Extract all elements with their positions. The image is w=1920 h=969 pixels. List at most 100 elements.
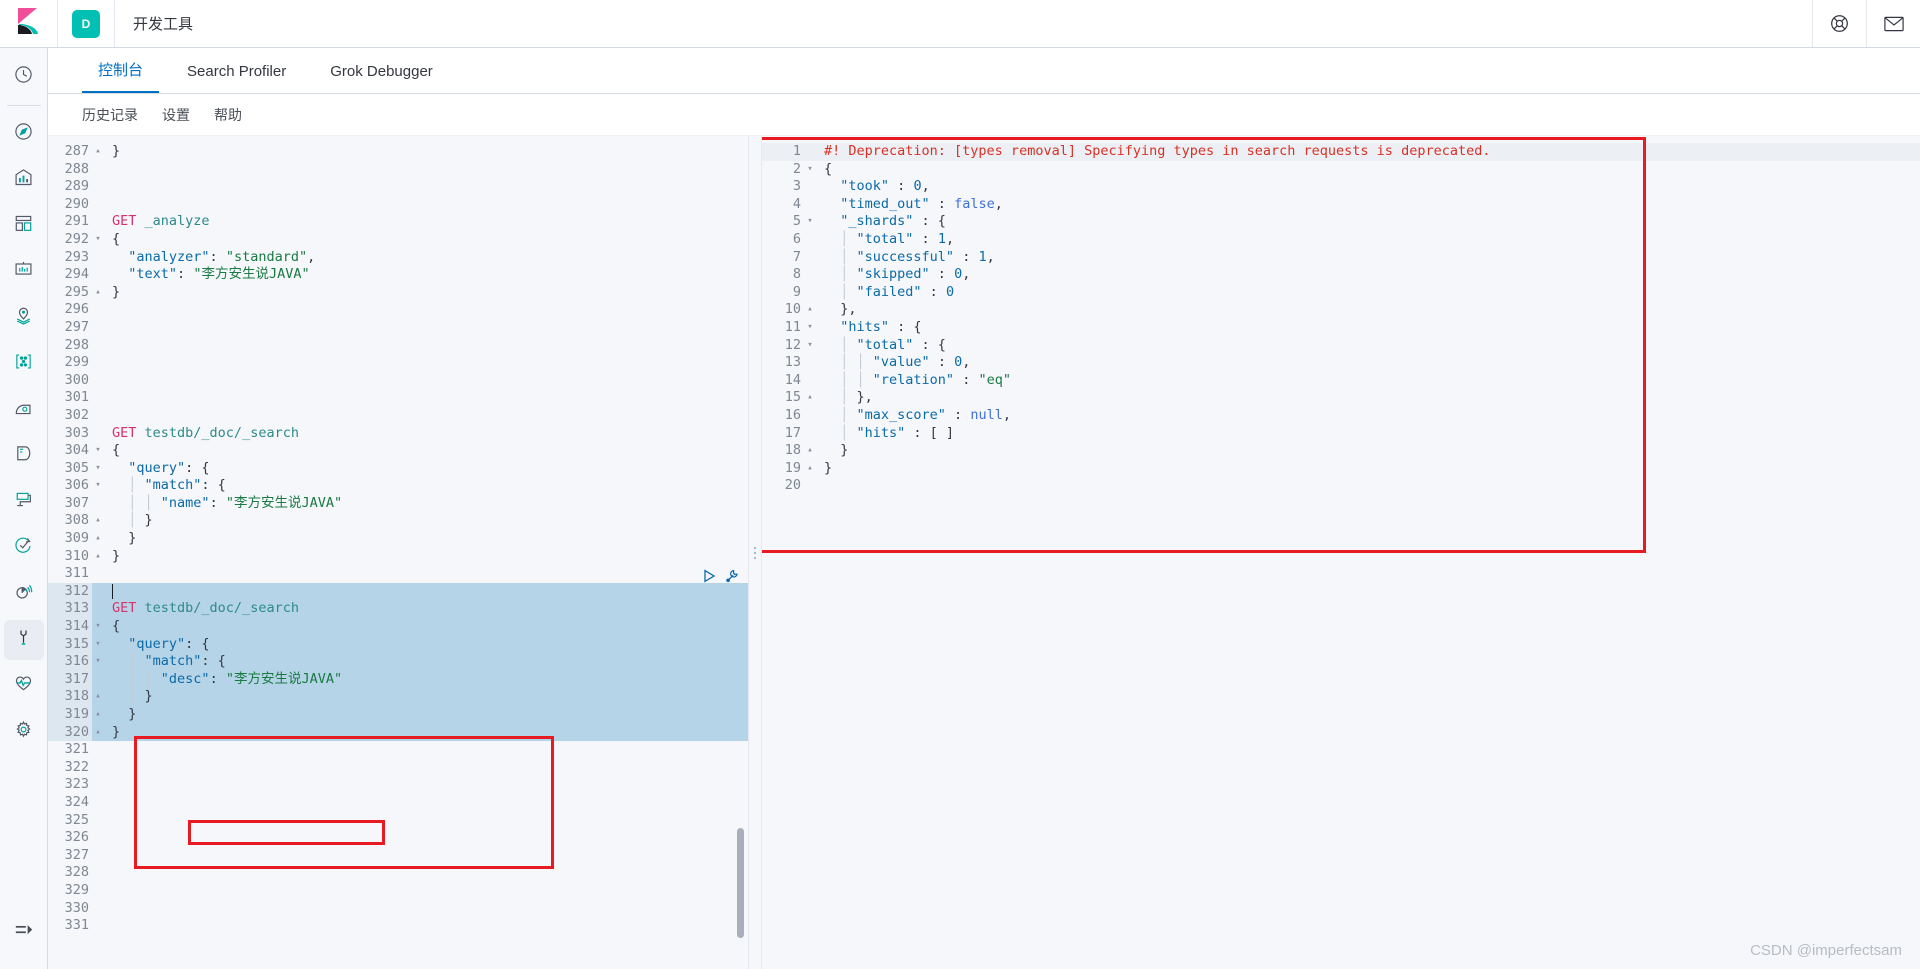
code-line[interactable]: 305 ▾ "query": { <box>48 460 748 478</box>
fold-toggle-icon[interactable]: ▾ <box>804 337 816 355</box>
code-line[interactable]: 331 <box>48 917 748 935</box>
code-line[interactable]: 330 <box>48 900 748 918</box>
code-line[interactable]: 326 <box>48 829 748 847</box>
fold-toggle-icon[interactable]: ▾ <box>92 477 104 495</box>
code-line[interactable]: 19 ▴} <box>762 460 1920 478</box>
code-line[interactable]: 11 ▾ "hits" : { <box>762 319 1920 337</box>
code-line[interactable]: 318 ▴ │ } <box>48 688 748 706</box>
fold-toggle-icon[interactable]: ▴ <box>92 143 104 161</box>
fold-toggle-icon[interactable]: ▴ <box>804 442 816 460</box>
request-editor-pane[interactable]: 287 ▴} 288 289 290 291 GET _analyze 292 ▾{293 "a… <box>48 136 748 969</box>
subnav-item-history[interactable]: 历史记录 <box>82 105 138 125</box>
code-line[interactable]: 293 "analyzer": "standard", <box>48 249 748 267</box>
fold-toggle-icon[interactable]: ▾ <box>804 213 816 231</box>
subnav-item-settings[interactable]: 设置 <box>162 105 190 125</box>
code-line[interactable]: 320 ▴} <box>48 723 748 742</box>
fold-toggle-icon[interactable]: ▾ <box>92 231 104 249</box>
code-line[interactable]: 294 "text": "李方安生说JAVA" <box>48 266 748 284</box>
response-editor-pane[interactable]: 1 #! Deprecation: [types removal] Specify… <box>762 136 1920 969</box>
code-line[interactable]: 301 <box>48 389 748 407</box>
sidebar-item-siem[interactable] <box>4 574 44 614</box>
tab-grok-debugger[interactable]: Grok Debugger <box>314 63 449 93</box>
code-line[interactable]: 316 ▾ │ "match": { <box>48 653 748 671</box>
fold-toggle-icon[interactable]: ▴ <box>92 548 104 566</box>
code-line[interactable]: 296 <box>48 301 748 319</box>
code-line[interactable]: 8 │ "skipped" : 0, <box>762 266 1920 284</box>
code-line[interactable]: 311 <box>48 565 748 583</box>
code-line[interactable]: 13 │ │ "value" : 0, <box>762 354 1920 372</box>
sidebar-item-discover[interactable] <box>4 114 44 154</box>
code-line[interactable]: 10 ▴ }, <box>762 301 1920 319</box>
code-line[interactable]: 295 ▴} <box>48 284 748 302</box>
fold-toggle-icon[interactable]: ▴ <box>92 706 104 724</box>
fold-toggle-icon[interactable]: ▾ <box>804 319 816 337</box>
sidebar-item-monitoring[interactable] <box>4 666 44 706</box>
code-line[interactable]: 304 ▾ { <box>48 442 748 460</box>
code-line[interactable]: 292 ▾ { <box>48 231 748 249</box>
fold-toggle-icon[interactable]: ▾ <box>92 442 104 460</box>
code-line[interactable]: 315 ▾ "query": { <box>48 635 748 654</box>
fold-toggle-icon[interactable]: ▾ <box>92 618 104 636</box>
code-line[interactable]: 298 <box>48 337 748 355</box>
help-button[interactable] <box>1812 0 1866 47</box>
code-line[interactable]: 1 #! Deprecation: [types removal] Specify… <box>762 143 1920 161</box>
code-line[interactable]: 309 ▴ } <box>48 530 748 548</box>
code-line[interactable]: 297 <box>48 319 748 337</box>
fold-toggle-icon[interactable]: ▾ <box>92 636 104 654</box>
code-line[interactable]: 20 <box>762 477 1920 495</box>
send-request-button[interactable] <box>703 569 716 583</box>
fold-toggle-icon[interactable]: ▴ <box>804 301 816 319</box>
notifications-mail-button[interactable] <box>1866 0 1920 47</box>
sidebar-item-recently-viewed[interactable] <box>4 57 44 97</box>
sidebar-item-uptime[interactable] <box>4 528 44 568</box>
code-line[interactable]: 327 <box>48 847 748 865</box>
fold-toggle-icon[interactable]: ▴ <box>92 530 104 548</box>
code-line[interactable]: 16 │ "max_score" : null, <box>762 407 1920 425</box>
fold-toggle-icon[interactable]: ▴ <box>92 724 104 742</box>
code-line[interactable]: 290 <box>48 196 748 214</box>
sidebar-item-canvas[interactable] <box>4 252 44 292</box>
code-line[interactable]: 291 GET _analyze <box>48 213 748 231</box>
sidebar-item-maps[interactable] <box>4 298 44 338</box>
code-line[interactable]: 322 <box>48 759 748 777</box>
sidebar-item-machine-learning[interactable] <box>4 344 44 384</box>
code-line[interactable]: 3 "took" : 0, <box>762 178 1920 196</box>
code-line[interactable]: 328 <box>48 864 748 882</box>
code-line[interactable]: 317 │ │ "desc": "李方安生说JAVA" <box>48 670 748 689</box>
code-line[interactable]: 307 │ │ "name": "李方安生说JAVA" <box>48 495 748 513</box>
code-line[interactable]: 288 <box>48 161 748 179</box>
code-line[interactable]: 2 ▾ { <box>762 161 1920 179</box>
sidebar-item-infrastructure[interactable] <box>4 390 44 430</box>
code-line[interactable]: 325 <box>48 812 748 830</box>
code-line[interactable]: 300 <box>48 372 748 390</box>
fold-toggle-icon[interactable]: ▴ <box>92 688 104 706</box>
code-line[interactable]: 308 ▴ │ } <box>48 512 748 530</box>
sidebar-item-dashboard[interactable] <box>4 206 44 246</box>
sidebar-item-apm[interactable] <box>4 482 44 522</box>
code-line[interactable]: 12 ▾ │ "total" : { <box>762 337 1920 355</box>
tab-search-profiler[interactable]: Search Profiler <box>171 63 302 93</box>
fold-toggle-icon[interactable]: ▴ <box>804 389 816 407</box>
code-line[interactable]: 303 GET testdb/_doc/_search <box>48 425 748 443</box>
code-line[interactable]: 323 <box>48 776 748 794</box>
sidebar-item-dev-tools[interactable] <box>3 620 44 660</box>
code-line[interactable]: 5 ▾ "_shards" : { <box>762 213 1920 231</box>
request-code-lines[interactable]: 287 ▴} 288 289 290 291 GET _analyze 292 ▾{293 "a… <box>48 136 748 935</box>
kibana-logo[interactable] <box>0 0 58 47</box>
app-badge-container[interactable]: D <box>58 0 115 47</box>
pane-splitter[interactable] <box>748 136 762 969</box>
sidebar-item-logs[interactable] <box>4 436 44 476</box>
request-options-button[interactable] <box>725 569 739 583</box>
code-line[interactable]: 18 ▴ } <box>762 442 1920 460</box>
code-line[interactable]: 17 │ "hits" : [ ] <box>762 425 1920 443</box>
code-line[interactable]: 319 ▴ } <box>48 706 748 724</box>
code-line[interactable]: 299 <box>48 354 748 372</box>
sidebar-item-management[interactable] <box>4 712 44 752</box>
code-line[interactable]: 287 ▴} <box>48 143 748 161</box>
sidebar-item-visualize[interactable] <box>4 160 44 200</box>
code-line[interactable]: 312 <box>48 582 748 601</box>
code-line[interactable]: 9 │ "failed" : 0 <box>762 284 1920 302</box>
collapse-nav-button[interactable] <box>4 912 44 952</box>
fold-toggle-icon[interactable]: ▴ <box>804 460 816 478</box>
code-line[interactable]: 7 │ "successful" : 1, <box>762 249 1920 267</box>
